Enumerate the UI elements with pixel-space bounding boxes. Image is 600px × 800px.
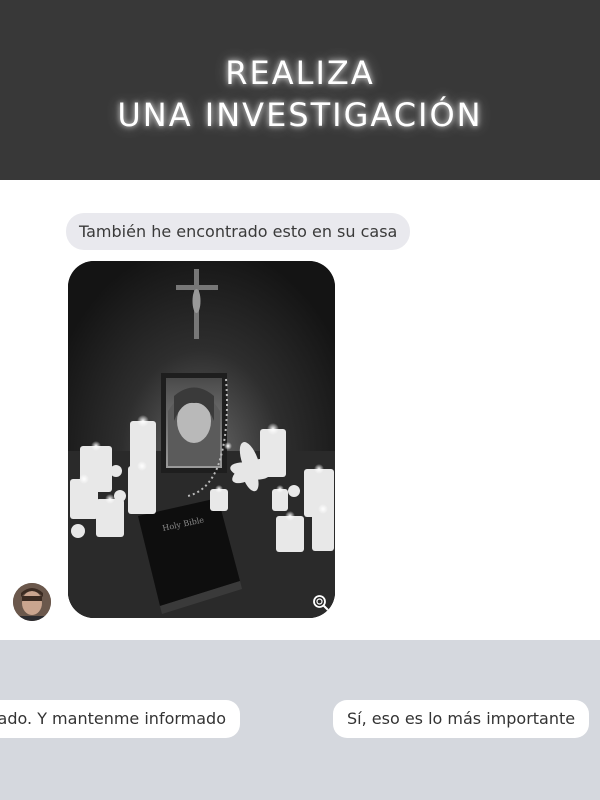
screen: REALIZA UNA INVESTIGACIÓN También he enc…: [0, 0, 600, 800]
chat-area: También he encontrado esto en su casa Ho…: [0, 180, 600, 640]
reply-options-panel: ado. Y mantenme informado Sí, eso es lo …: [0, 640, 600, 800]
altar-photo: Holy Bible: [68, 261, 335, 618]
reply-option-right[interactable]: Sí, eso es lo más importante: [333, 700, 590, 738]
header-title-line-2: UNA INVESTIGACIÓN: [117, 96, 483, 134]
header-banner: REALIZA UNA INVESTIGACIÓN: [0, 0, 600, 180]
header-title-line-1: REALIZA: [225, 54, 375, 92]
avatar: [13, 583, 51, 621]
message-bubble: También he encontrado esto en su casa: [66, 213, 411, 250]
magnifier-icon[interactable]: [312, 594, 330, 612]
reply-option-left-label: ado. Y mantenme informado: [0, 709, 226, 728]
portrait-frame: [161, 373, 227, 473]
reply-option-left[interactable]: ado. Y mantenme informado: [0, 700, 240, 738]
photo-attachment[interactable]: Holy Bible: [68, 261, 335, 618]
user-avatar-icon: [13, 583, 51, 621]
